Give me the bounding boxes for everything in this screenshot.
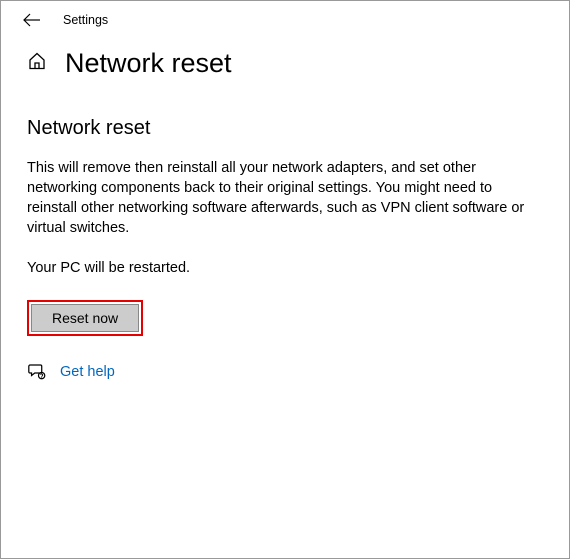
help-chat-icon <box>27 362 46 381</box>
page-title: Network reset <box>65 47 232 79</box>
get-help-link[interactable]: Get help <box>60 364 115 380</box>
description-text: This will remove then reinstall all your… <box>27 158 537 238</box>
reset-now-button[interactable]: Reset now <box>31 304 139 332</box>
restart-notice: Your PC will be restarted. <box>27 260 543 276</box>
back-arrow-icon[interactable] <box>23 13 41 27</box>
titlebar: Settings <box>1 1 569 35</box>
section-heading: Network reset <box>27 117 543 140</box>
get-help-row: Get help <box>27 362 543 381</box>
app-name: Settings <box>63 13 108 27</box>
home-icon[interactable] <box>27 51 47 76</box>
content-area: Network reset This will remove then rein… <box>1 89 569 381</box>
page-header: Network reset <box>1 35 569 89</box>
reset-button-highlight: Reset now <box>27 300 143 336</box>
